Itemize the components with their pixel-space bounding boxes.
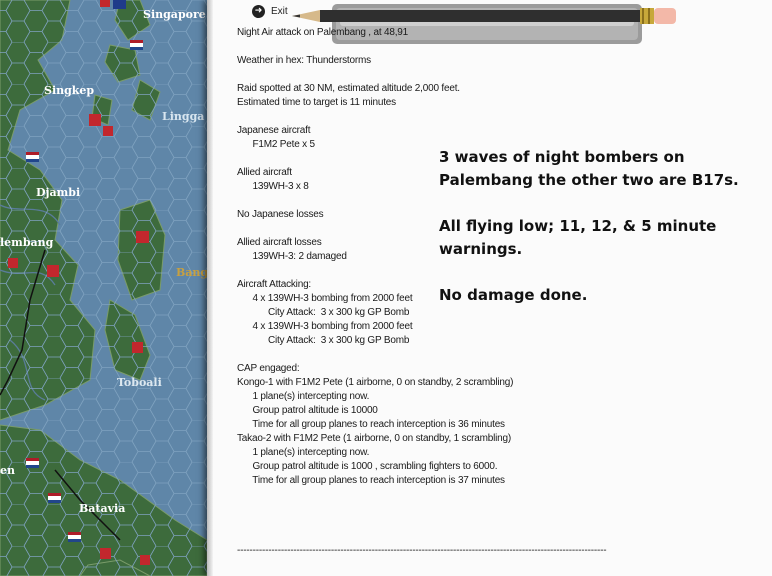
log-line: Group patrol altitude is 1000 , scrambli… [237,461,498,472]
place-label-bangka: Bang [176,266,208,279]
place-label-palembang: lembang [0,236,54,249]
log-line: Time for all group planes to reach inter… [237,475,505,486]
log-line: 1 plane(s) intercepting now. [237,447,370,458]
japanese-base-marker[interactable] [47,265,59,277]
log-line: Takao-2 with F1M2 Pete (1 airborne, 0 on… [237,433,512,444]
note-line: 3 waves of night bombers on [439,148,685,166]
log-line: Weather in hex: Thunderstorms [237,55,371,66]
place-label-toboali: Toboali [117,376,162,389]
log-line: Kongo-1 with F1M2 Pete (1 airborne, 0 on… [237,377,514,388]
exit-label: Exit [271,5,288,17]
note-line: All flying low; 11, 12, & 5 minute [439,217,717,235]
japanese-base-marker[interactable] [100,0,110,7]
japanese-base-marker[interactable] [100,548,111,559]
log-line: City Attack: 3 x 300 kg GP Bomb [237,335,410,346]
place-label-djambi: Djambi [36,186,80,199]
note-line: Palembang the other two are B17s. [439,171,739,189]
place-label-batavia: Batavia [79,502,125,515]
log-line: 1 plane(s) intercepting now. [237,391,370,402]
annotation-note: 3 waves of night bombers on Palembang th… [439,146,759,307]
japanese-base-marker[interactable] [8,258,18,268]
british-flag-marker[interactable] [113,0,126,9]
log-line: Raid spotted at 30 NM, estimated altitud… [237,83,460,94]
hex-grid [0,0,215,576]
note-line [439,261,759,284]
japanese-base-marker[interactable] [136,231,149,243]
japanese-base-marker[interactable] [132,342,143,353]
log-line: Time for all group planes to reach inter… [237,419,505,430]
paper-edge-shadow [207,0,213,576]
note-line [439,192,759,215]
japanese-base-marker[interactable] [140,555,150,565]
place-label-fragment: en [0,464,15,477]
note-line: No damage done. [439,286,588,304]
place-label-singapore: Singapore [143,8,206,21]
log-line: City Attack: 3 x 300 kg GP Bomb [237,307,410,318]
log-line: 4 x 139WH-3 bombing from 2000 feet [237,321,413,332]
japanese-base-marker[interactable] [103,126,113,136]
log-line: Estimated time to target is 11 minutes [237,97,396,108]
place-label-singkep: Singkep [44,84,94,97]
japanese-base-marker[interactable] [89,114,101,126]
log-separator: ----------------------------------------… [237,545,607,556]
log-line: Japanese aircraft [237,125,311,136]
exit-arrow-icon: ➜ [252,4,265,18]
log-line: Group patrol altitude is 10000 [237,405,378,416]
log-line: Night Air attack on Palembang , at 48,91 [237,27,408,38]
map-panel[interactable]: Singapore Singkep Lingga Djambi lembang … [0,0,215,576]
log-line: CAP engaged: [237,363,300,374]
place-label-lingga: Lingga [162,110,204,123]
note-line: warnings. [439,240,523,258]
exit-button[interactable]: ➜ Exit [252,3,288,19]
